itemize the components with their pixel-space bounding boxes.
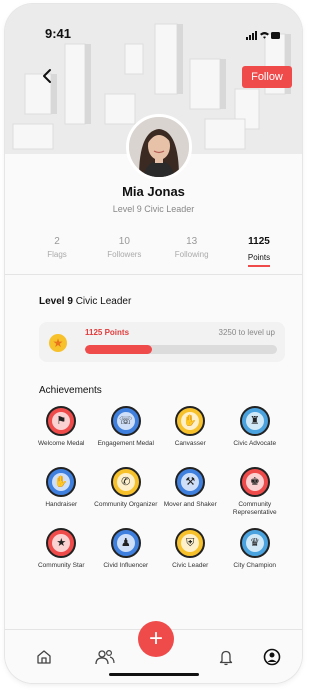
signal-icon [246,31,257,40]
profile-icon[interactable] [263,648,281,666]
achievement-label: Handraiser [45,501,78,508]
achievement-badge[interactable]: ♛ City Champion [223,528,288,578]
tab-following[interactable]: 13 Following [162,236,222,267]
achievement-badge[interactable]: ♜ Civic Advocate [223,406,288,456]
wifi-icon [260,32,269,39]
achievement-badge[interactable]: ♟ Civid Influencer [94,528,159,578]
level-progress-card: ★ 1125 Points 3250 to level up [39,322,285,362]
bell-icon[interactable] [217,648,235,666]
achievement-label: Canvasser [174,440,206,447]
achievement-badge[interactable]: ☏ Engagement Medal [94,406,159,456]
achievement-label: Mover and Shaker [163,501,217,508]
speaker-icon: ♚ [239,467,270,497]
back-button[interactable] [37,66,57,86]
stat-value: 1125 [248,236,270,247]
phone-icon: ☏ [110,406,141,436]
person-icon: ♟ [110,528,141,558]
stat-label: Following [174,250,209,259]
home-icon[interactable] [35,648,53,666]
achievement-label: Civic Advocate [233,440,277,447]
follow-button[interactable]: Follow [242,66,292,88]
shield-icon: ⛨ [175,528,206,558]
star-icon: ★ [46,528,77,558]
flag-icon: ⚑ [46,406,77,436]
progress-bar-fill [85,345,153,354]
achievement-badge[interactable]: ★ Community Star [29,528,94,578]
stat-label: Flags [47,250,67,259]
add-button[interactable]: + [138,621,174,657]
status-bar: 9:41 [5,26,302,42]
achievement-label: Civic Leader [172,562,209,569]
level-up-text: 3250 to level up [218,328,276,337]
profile-name: Mia Jonas [122,184,185,199]
stat-label: Followers [107,250,142,259]
points-text: 1125 Points [85,328,130,337]
hammer-icon: ⚒ [175,467,206,497]
profile-stats: 2 Flags 10 Followers 13 Following 1125 P… [27,236,289,267]
achievement-label: Welcome Medal [38,440,85,447]
achievement-label: Community Organizer [94,501,158,508]
megaphone-icon: ✆ [110,467,141,497]
tab-points[interactable]: 1125 Points [229,236,289,267]
hand-icon: ✋ [46,467,77,497]
progress-bar [85,345,277,354]
achievement-badge[interactable]: ⚑ Welcome Medal [29,406,94,456]
level-number: Level 9 [39,296,73,307]
tab-followers[interactable]: 10 Followers [94,236,154,267]
achievement-label: Engagement Medal [97,440,154,447]
podium-icon: ♜ [239,406,270,436]
achievement-badge[interactable]: ♚ Community Representative [223,467,288,517]
achievement-badge[interactable]: ✋ Handraiser [29,467,94,517]
status-icons [246,28,280,46]
battery-icon [271,32,280,39]
trophy-icon: ♛ [239,528,270,558]
chevron-left-icon [43,69,51,83]
avatar [126,114,192,180]
phone-frame: 9:41 Follow Mia Jonas Level 9 Civic Lead… [5,4,302,683]
achievement-label: City Champion [233,562,277,569]
level-section-title: Level 9 Civic Leader [39,296,131,307]
achievement-badge[interactable]: ⛨ Civic Leader [158,528,223,578]
star-icon: ★ [49,334,67,352]
achievement-badge[interactable]: ⚒ Mover and Shaker [158,467,223,517]
people-icon[interactable] [95,648,115,666]
stat-value: 13 [186,236,198,247]
achievement-badge[interactable]: ✋ Canvasser [158,406,223,456]
achievements-grid: ⚑ Welcome Medal ☏ Engagement Medal ✋ Canvasse… [29,406,287,578]
achievements-title: Achievements [39,385,102,396]
achievement-label: Community Representative [232,501,277,516]
handshake-icon: ✋ [175,406,206,436]
stat-label: Points [247,253,271,267]
achievement-label: Civid Influencer [103,562,149,569]
level-name: Civic Leader [72,296,132,307]
achievement-label: Community Star [37,562,85,569]
divider [5,274,302,275]
home-indicator [109,673,199,676]
tab-flags[interactable]: 2 Flags [27,236,87,267]
status-time: 9:41 [45,26,72,41]
profile-level: Level 9 Civic Leader [112,204,195,214]
stat-value: 10 [118,236,130,247]
achievement-badge[interactable]: ✆ Community Organizer [94,467,159,517]
stat-value: 2 [54,236,60,247]
